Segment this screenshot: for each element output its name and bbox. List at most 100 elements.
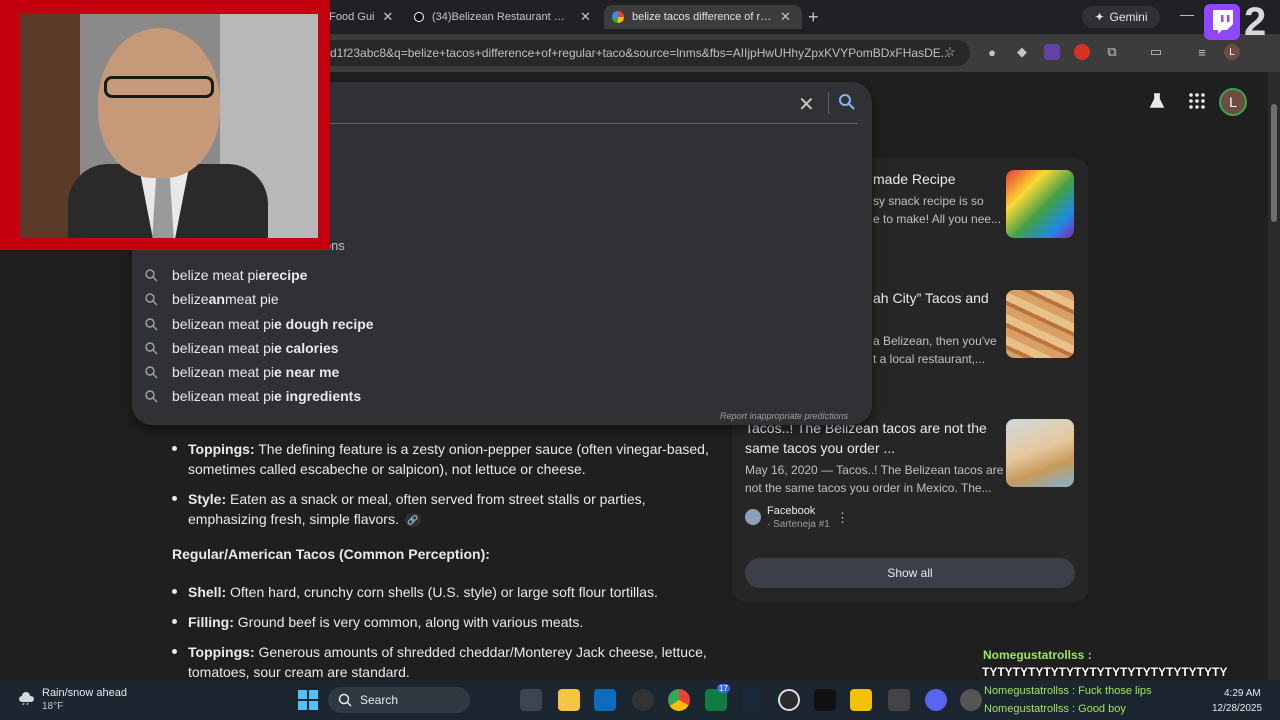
suggestion-item[interactable]: belize an meat pi e calories: [145, 337, 339, 359]
article-line: Style: Eaten as a snack or meal, often s…: [188, 489, 646, 509]
search-icon: [145, 268, 158, 282]
search-icon: [338, 693, 352, 707]
windows-start-icon[interactable]: [297, 689, 319, 711]
cast-icon[interactable]: ▭: [1148, 44, 1164, 60]
card-title[interactable]: ah City” Tacos and: [873, 288, 989, 308]
bullet: [172, 649, 177, 654]
card-title-line2[interactable]: same tacos you order ...: [745, 438, 895, 458]
bullet: [172, 619, 177, 624]
item-label: Toppings:: [188, 644, 255, 660]
app-icon[interactable]: [814, 689, 836, 711]
search-label: Search: [360, 693, 399, 707]
search-icon[interactable]: [838, 93, 856, 116]
app-icon[interactable]: [632, 689, 654, 711]
show-all-button[interactable]: Show all: [745, 558, 1075, 588]
close-tab-icon[interactable]: ✕: [780, 9, 791, 25]
tab-belizean-restaurant[interactable]: (34)Belizean Restaurant Nyc | Ti ✕: [414, 5, 594, 29]
glasses: [104, 76, 214, 98]
suggestion-item[interactable]: belize an meat pi e dough recipe: [145, 313, 374, 335]
address-bar[interactable]: d1f23abc8&q=belize+tacos+difference+of+r…: [320, 40, 970, 66]
tab-food-guide[interactable]: n Food Gui ✕: [320, 5, 398, 29]
minimize-button[interactable]: —: [1180, 6, 1194, 22]
snack-shelf-thumbnail[interactable]: [1006, 170, 1074, 238]
card-snippet: a Belizean, then you've: [873, 334, 997, 348]
discord-icon[interactable]: [925, 689, 947, 711]
article-line: Toppings: Generous amounts of shredded c…: [188, 642, 707, 662]
gemini-button[interactable]: ✦ Gemini: [1082, 6, 1160, 28]
article-line: emphasizing fresh, simple flavors. 🔗: [188, 509, 421, 529]
item-text: Eaten as a snack or meal, often served f…: [226, 491, 646, 507]
chat-overlay-line: Nomegustatrollss : Fuck those lips: [984, 685, 1152, 697]
tab-google-search[interactable]: belize tacos difference of regul ✕: [604, 5, 802, 29]
reading-list-icon[interactable]: ≡: [1194, 44, 1210, 60]
weather-icon[interactable]: [18, 687, 36, 710]
bookmark-star-icon[interactable]: ☆: [942, 44, 958, 60]
item-text: Ground beef is very common, along with v…: [233, 614, 584, 630]
suggestion-text: belize: [172, 316, 209, 332]
suggestion-item[interactable]: belize an meat pi e near me: [145, 361, 339, 383]
puzzle-icon[interactable]: ⧉: [1104, 44, 1120, 60]
weather-temp[interactable]: 18°F: [42, 701, 63, 712]
suggestion-item[interactable]: belize an meat pie: [145, 288, 279, 310]
google-account-avatar[interactable]: L: [1219, 88, 1247, 116]
red-extension-icon[interactable]: [1074, 44, 1090, 60]
weather-forecast[interactable]: Rain/snow ahead: [42, 687, 127, 699]
suggestion-bold: e calories: [273, 340, 339, 356]
settings-gear-icon[interactable]: [960, 689, 982, 711]
profile-avatar[interactable]: L: [1224, 44, 1240, 60]
url-text: d1f23abc8&q=belize+tacos+difference+of+r…: [330, 46, 951, 60]
chrome-icon[interactable]: [668, 689, 690, 711]
avatar-letter: L: [1229, 46, 1235, 58]
twitch-extension-icon[interactable]: [1044, 44, 1060, 60]
clear-search-icon[interactable]: ✕: [798, 92, 815, 117]
belizean-tacos-thumbnail[interactable]: [1006, 419, 1074, 487]
extension-icon[interactable]: ●: [984, 44, 1000, 60]
suggestion-item[interactable]: belize meat pi e recipe: [145, 264, 307, 286]
extension-diamond-icon[interactable]: ◆: [1014, 44, 1030, 60]
article-line: sometimes called escabeche or salpicon),…: [188, 461, 586, 477]
report-predictions-link[interactable]: Report inappropriate predictions: [720, 411, 848, 421]
card-snippet: t a local restaurant,...: [873, 352, 986, 366]
item-text: emphasizing fresh, simple flavors.: [188, 511, 399, 527]
link-icon[interactable]: 🔗: [404, 513, 421, 528]
suggestion-text: belize: [172, 388, 209, 404]
search-icon: [145, 365, 158, 379]
card-snippet: May 16, 2020 — Tacos..! The Belizean tac…: [745, 463, 1004, 477]
apps-grid-icon[interactable]: [1188, 92, 1206, 115]
scrollbar-thumb[interactable]: [1271, 104, 1277, 222]
obs-icon[interactable]: [778, 689, 800, 711]
card-title[interactable]: made Recipe: [873, 169, 956, 189]
close-tab-icon[interactable]: ✕: [382, 9, 393, 25]
avatar-letter: L: [1229, 94, 1237, 110]
new-tab-button[interactable]: +: [808, 7, 819, 28]
suggestion-text: belize meat pi: [172, 267, 259, 283]
steam-icon[interactable]: [742, 689, 764, 711]
suggestion-text: belize: [172, 340, 209, 356]
bullet: [172, 446, 177, 451]
item-label: Toppings:: [188, 441, 255, 457]
close-tab-icon[interactable]: ✕: [580, 9, 591, 25]
tiktok-icon: [414, 12, 424, 22]
file-explorer-icon[interactable]: [558, 689, 580, 711]
source-name[interactable]: Facebook: [767, 505, 815, 517]
system-clock-date[interactable]: 12/28/2025: [1212, 703, 1262, 714]
search-icon: [145, 389, 158, 403]
suggestion-bold: e dough recipe: [273, 316, 374, 332]
system-clock-time[interactable]: 4:29 AM: [1224, 688, 1261, 699]
more-options-icon[interactable]: ⋮: [836, 510, 849, 526]
app-icon[interactable]: [888, 689, 910, 711]
webcam-feed: [20, 14, 318, 238]
app-icon[interactable]: [850, 689, 872, 711]
bullet: [172, 589, 177, 594]
labs-icon[interactable]: [1148, 92, 1166, 115]
section-heading: Regular/American Tacos (Common Perceptio…: [172, 546, 490, 562]
item-label: Filling:: [188, 614, 234, 630]
suggestion-text: an meat pi: [208, 388, 274, 404]
item-label: Style:: [188, 491, 227, 507]
suggestion-item[interactable]: belize an meat pi e ingredients: [145, 385, 361, 407]
microsoft-store-icon[interactable]: [594, 689, 616, 711]
task-view-icon[interactable]: [520, 689, 542, 711]
taskbar-search-box[interactable]: Search: [328, 687, 470, 713]
tacos-thumbnail[interactable]: [1006, 290, 1074, 358]
excel-icon[interactable]: 17: [705, 684, 730, 711]
